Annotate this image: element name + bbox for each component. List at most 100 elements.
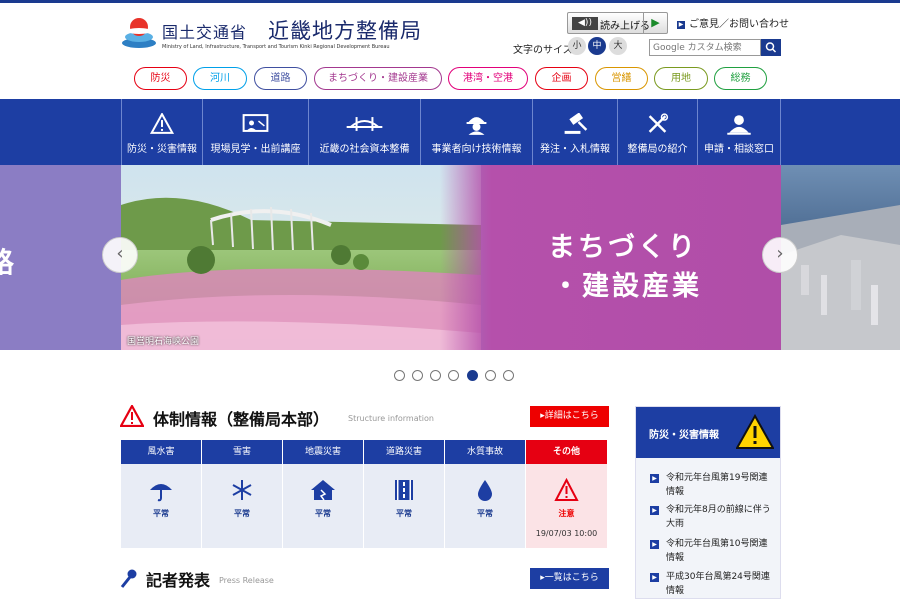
status-col-header: 道路災害 [364, 440, 444, 464]
disaster-info-item-label: 令和元年8月の前線に伴う大雨 [666, 505, 771, 529]
category-label: まちづくり・建設産業 [328, 73, 428, 84]
category-eizen[interactable]: 営繕 [595, 67, 648, 90]
nav-item-shakaishihon[interactable]: 近畿の社会資本整備 [308, 99, 420, 165]
play-icon[interactable]: ▶ [643, 13, 667, 33]
nav-item-kengaku[interactable]: 現場見学・出前講座 [202, 99, 308, 165]
hero-title-line2: ・建設産業 [552, 271, 702, 302]
nav-item-shinsei[interactable]: 申請・相談窓口 [697, 99, 781, 165]
category-label: 営繕 [611, 73, 632, 84]
search-input[interactable] [649, 39, 761, 56]
status-col-douro[interactable]: 道路災害 平常 [364, 440, 444, 548]
category-soumu[interactable]: 総務 [714, 67, 767, 90]
category-kikaku[interactable]: 企画 [535, 67, 588, 90]
status-col-header: 地震災害 [283, 440, 363, 464]
fontsize-label: 文字のサイズ [513, 45, 573, 56]
gavel-icon [564, 113, 588, 134]
chevron-right-icon: › [776, 243, 784, 264]
hero-next-slide-peek [781, 165, 900, 350]
category-bousai[interactable]: 防災 [134, 67, 187, 90]
chevron-left-icon: ‹ [116, 243, 124, 264]
arrow-right-icon: ▶ [650, 474, 659, 483]
bridge-icon [346, 117, 383, 131]
status-detail-button[interactable]: ▸詳細はこちら [530, 406, 609, 427]
hero-photo-caption: 国営明石海峡公園 [127, 337, 200, 347]
status-col-jishin[interactable]: 地震災害 平常 [283, 440, 363, 548]
search-icon [765, 42, 777, 53]
search-button[interactable] [761, 39, 781, 56]
category-label: 河川 [210, 73, 230, 84]
disaster-info-item-label: 令和元年台風第19号関連情報 [666, 473, 768, 497]
press-section-title-en: Press Release [219, 576, 274, 585]
disaster-info-item[interactable]: ▶ 平成30年台風第24号関連情報 [650, 570, 776, 598]
carousel-dot-active[interactable] [467, 370, 478, 381]
nav-item-nyusatsu[interactable]: 発注・入札情報 [532, 99, 617, 165]
nav-label: 事業者向け技術情報 [431, 144, 522, 155]
fontsize-small-button[interactable]: 小 [568, 37, 586, 55]
person-icon [727, 115, 751, 135]
tools-icon [648, 113, 669, 133]
status-col-sonota[interactable]: その他 注意 19/07/03 10:00 [526, 440, 607, 548]
category-label: 総務 [730, 73, 751, 84]
category-label: 防災 [150, 73, 171, 84]
carousel-prev-button[interactable]: ‹ [102, 237, 138, 273]
main-nav: 防災・災害情報 現場見学・出前講座 近畿の社会資本整備 事業者向け技術情報 発注… [0, 99, 900, 165]
warning-icon [736, 414, 774, 449]
org-english-name: Ministry of Land, Infrastructure, Transp… [162, 44, 390, 50]
disaster-info-item[interactable]: ▶ 令和元年8月の前線に伴う大雨 [650, 503, 776, 531]
fontsize-large-button[interactable]: 大 [609, 37, 627, 55]
category-kasen[interactable]: 河川 [193, 67, 247, 90]
contact-link[interactable]: ▶ ご意見／お問い合わせ [677, 15, 789, 30]
disaster-info-item-label: 令和元年台風第10号関連情報 [666, 539, 768, 563]
status-col-header: 水質事故 [445, 440, 525, 464]
disaster-info-item[interactable]: ▶ 令和元年台風第10号関連情報 [650, 537, 776, 565]
house-quake-icon [311, 480, 335, 501]
nav-item-gijutsu[interactable]: 事業者向け技術情報 [420, 99, 532, 165]
fontsize-medium-button[interactable]: 中 [588, 37, 606, 55]
nav-item-bousai[interactable]: 防災・災害情報 [121, 99, 202, 165]
hero-title-line1: まちづくり [548, 232, 698, 263]
readaloud-button[interactable]: ◀)) 読み上げる ▶ [567, 12, 668, 34]
press-list-button[interactable]: ▸一覧はこちら [530, 568, 609, 589]
nav-label: 防災・災害情報 [127, 144, 197, 155]
disaster-info-item[interactable]: ▶ 令和元年台風第19号関連情報 [650, 471, 776, 499]
disaster-info-title: 防災・災害情報 [649, 430, 719, 441]
status-col-suishitsu[interactable]: 水質事故 平常 [445, 440, 525, 548]
site-logo[interactable]: 国土交通省 近畿地方整備局 Ministry of Land, Infrastr… [120, 15, 421, 57]
city-port-image [781, 205, 900, 350]
category-kouwan[interactable]: 港湾・空港 [448, 67, 528, 90]
disaster-info-header[interactable]: 防災・災害情報 [636, 407, 780, 458]
mlit-logo-icon [122, 18, 156, 48]
carousel-dot[interactable] [430, 370, 441, 381]
category-label: 道路 [270, 73, 291, 84]
category-machidukuri[interactable]: まちづくり・建設産業 [314, 67, 442, 90]
carousel-dot[interactable] [412, 370, 423, 381]
carousel-dot[interactable] [485, 370, 496, 381]
snowflake-icon [232, 480, 252, 500]
arrow-right-icon: ▶ [677, 21, 685, 29]
carousel-next-button[interactable]: › [762, 237, 798, 273]
press-list-label: 一覧はこちら [544, 573, 599, 583]
speaker-icon: ◀)) [572, 17, 598, 30]
status-col-header: 風水害 [121, 440, 201, 464]
arrow-right-icon: ▶ [650, 573, 659, 582]
status-col-setsugai[interactable]: 雪害 平常 [202, 440, 282, 548]
arrow-right-icon: ▶ [650, 540, 659, 549]
nav-label: 申請・相談窓口 [704, 144, 774, 155]
category-youchi[interactable]: 用地 [654, 67, 708, 90]
status-section-title-en: Structure information [348, 414, 434, 423]
status-section-title: 体制情報（整備局本部） [153, 410, 330, 429]
hero-prev-slide-text: 路 [0, 246, 15, 279]
carousel-dot[interactable] [394, 370, 405, 381]
water-drop-icon [478, 480, 492, 501]
hero-photo[interactable] [121, 165, 481, 350]
arrow-right-icon: ▶ [650, 506, 659, 515]
status-col-fusuigai[interactable]: 風水害 平常 [121, 440, 201, 548]
status-value: 平常 [153, 509, 169, 518]
carousel-dot[interactable] [448, 370, 459, 381]
press-section-title: 記者発表 [146, 571, 211, 590]
status-col-header: その他 [526, 440, 607, 464]
status-detail-label: 詳細はこちら [544, 411, 599, 421]
category-douro[interactable]: 道路 [254, 67, 307, 90]
nav-item-shoukai[interactable]: 整備局の紹介 [617, 99, 697, 165]
carousel-dot[interactable] [503, 370, 514, 381]
